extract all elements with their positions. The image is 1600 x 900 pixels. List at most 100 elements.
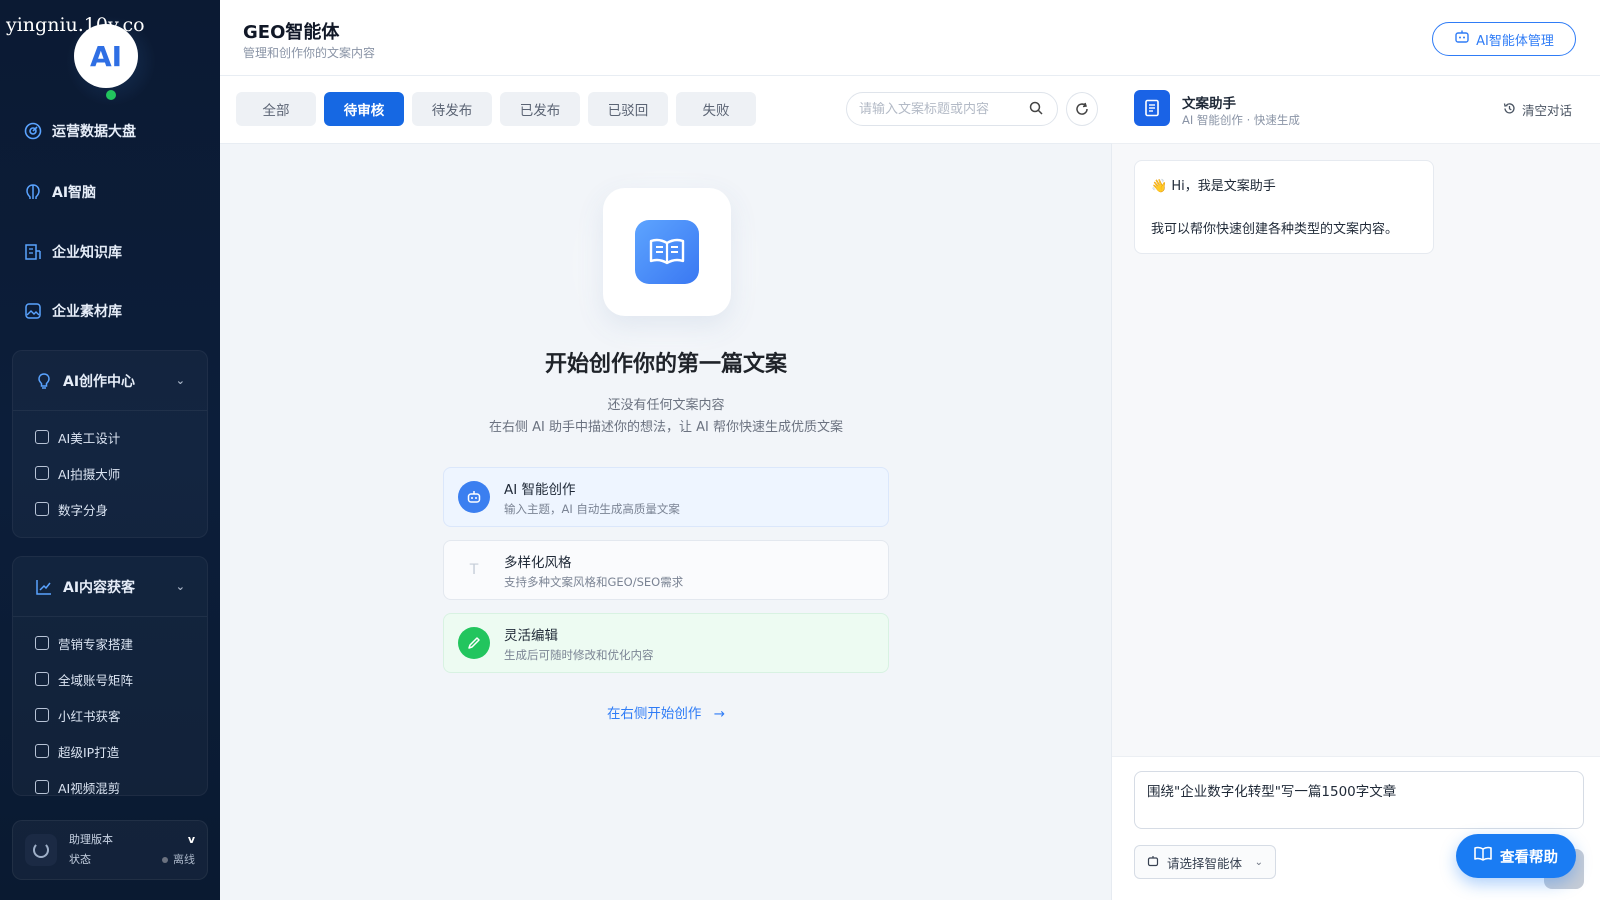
agent-select[interactable]: 请选择智能体 ⌄: [1134, 845, 1276, 879]
chevron-down-icon[interactable]: ⌄: [176, 580, 185, 593]
chevron-down-icon[interactable]: ⌄: [176, 374, 185, 387]
assistant-subtitle: AI 智能创作 · 快速生成: [1182, 113, 1300, 127]
feature-desc: 输入主题，AI 自动生成高质量文案: [504, 501, 680, 516]
search-icon[interactable]: [1029, 100, 1043, 119]
nav-ai-brain[interactable]: AI智脑: [24, 177, 96, 207]
sub-item-digital-avatar[interactable]: 数字分身: [13, 491, 207, 527]
sub-item-video-remix[interactable]: AI视频混剪: [13, 769, 207, 795]
sub-item-marketing-expert[interactable]: 营销专家搭建: [13, 625, 207, 661]
search-box: [846, 92, 1058, 126]
id-badge-icon: [35, 744, 49, 758]
hero-illustration: [603, 188, 731, 316]
help-label: 查看帮助: [1500, 849, 1558, 866]
tab-all[interactable]: 全部: [236, 92, 316, 126]
nav-dashboard[interactable]: 运营数据大盘: [24, 116, 136, 146]
edit-pencil-icon: [458, 627, 490, 659]
nav-asset-library[interactable]: 企业素材库: [24, 296, 122, 326]
sub-item-label: 全域账号矩阵: [58, 672, 134, 688]
sidebar: yingniu.10v.co AI 运营数据大盘 AI智脑 企业知识库 企业素材…: [0, 0, 220, 900]
group-header-ai-creation[interactable]: AI创作中心 ⌄: [13, 351, 207, 411]
feature-ai-creation: AI 智能创作 输入主题，AI 自动生成高质量文案: [443, 467, 889, 527]
group-header-ai-content[interactable]: AI内容获客 ⌄: [13, 557, 207, 617]
tab-rejected[interactable]: 已驳回: [588, 92, 668, 126]
nav-label: 企业素材库: [52, 304, 122, 320]
sub-item-label: 数字分身: [58, 502, 109, 518]
group-label: AI内容获客: [63, 579, 136, 596]
tab-to-publish[interactable]: 待发布: [412, 92, 492, 126]
greeting-text: Hi，我是文案助手: [1171, 179, 1276, 194]
feature-diverse-style: T 多样化风格 支持多种文案风格和GEO/SEO需求: [443, 540, 889, 600]
dashboard-icon: [24, 122, 42, 140]
status-value: 离线: [173, 853, 195, 866]
message-text: 我可以帮你快速创建各种类型的文案内容。: [1151, 222, 1399, 237]
sub-item-label: 超级IP打造: [58, 744, 120, 760]
agent-manage-button[interactable]: AI智能体管理: [1432, 22, 1576, 56]
sub-item-label: AI拍摄大师: [58, 466, 121, 482]
feature-desc: 支持多种文案风格和GEO/SEO需求: [504, 574, 684, 589]
page-title: GEO智能体: [243, 22, 340, 43]
assistant-header: 文案助手 AI 智能创作 · 快速生成 清空对话: [1112, 76, 1600, 144]
feature-title: AI 智能创作: [504, 481, 576, 498]
trend-chart-icon: [35, 578, 53, 596]
lightbulb-icon: [35, 372, 53, 390]
status-tabs: 全部 待审核 待发布 已发布 已驳回 失败: [220, 76, 1112, 144]
page-header: GEO智能体 管理和创作你的文案内容 AI智能体管理: [220, 0, 1600, 76]
brain-icon: [24, 183, 42, 201]
refresh-icon[interactable]: [1066, 92, 1098, 126]
sub-item-account-matrix[interactable]: 全域账号矩阵: [13, 661, 207, 697]
robot-icon: [1454, 29, 1470, 49]
robot-icon: [458, 481, 490, 513]
history-icon: [1503, 102, 1516, 118]
video-icon: [35, 780, 49, 794]
book-icon: [1474, 846, 1492, 866]
loading-icon: [25, 834, 57, 866]
content-area: 全部 待审核 待发布 已发布 已驳回 失败 开始创作你的第一篇文案 还没有任何文…: [220, 76, 1112, 900]
sub-item-super-ip[interactable]: 超级IP打造: [13, 733, 207, 769]
group-ai-creation: AI创作中心 ⌄ AI美工设计 AI拍摄大师 数字分身: [12, 350, 208, 538]
empty-state-line1: 还没有任何文案内容: [607, 398, 725, 413]
chevron-down-icon: ⌄: [1254, 856, 1263, 868]
start-link-label: 在右侧开始创作: [606, 706, 702, 722]
nav-label: AI智脑: [52, 185, 97, 201]
book-icon: [35, 708, 49, 722]
assistant-panel: 文案助手 AI 智能创作 · 快速生成 清空对话 👋 Hi，我是文案助手 我可以…: [1112, 76, 1600, 900]
sub-item-ai-photo[interactable]: AI拍摄大师: [13, 455, 207, 491]
camera-icon: [35, 466, 49, 480]
clear-chat-label: 清空对话: [1521, 103, 1572, 118]
version-label: 助理版本: [69, 833, 113, 846]
sub-item-ai-design[interactable]: AI美工设计: [13, 419, 207, 455]
group-ai-content: AI内容获客 ⌄ 营销专家搭建 全域账号矩阵 小红书获客 超级IP打造 AI视频…: [12, 556, 208, 796]
document-icon: [35, 672, 49, 686]
avatar-card-icon: [35, 502, 49, 516]
arrow-right-icon: →: [713, 706, 726, 722]
empty-state-title: 开始创作你的第一篇文案: [544, 352, 787, 377]
image-library-icon: [24, 302, 42, 320]
document-icon: [1134, 90, 1170, 126]
knowledge-base-icon: [24, 243, 42, 261]
tab-pending-review[interactable]: 待审核: [324, 92, 404, 126]
composer: 请选择智能体 ⌄: [1112, 756, 1600, 900]
tab-failed[interactable]: 失败: [676, 92, 756, 126]
agent-select-label: 请选择智能体: [1167, 855, 1243, 871]
nav-label: 企业知识库: [52, 245, 122, 261]
tab-published[interactable]: 已发布: [500, 92, 580, 126]
open-book-icon: [635, 220, 699, 284]
status-value-wrap: 离线: [162, 850, 195, 870]
online-indicator: [106, 90, 116, 100]
help-button[interactable]: 查看帮助: [1456, 834, 1576, 878]
sub-item-xiaohongshu[interactable]: 小红书获客: [13, 697, 207, 733]
assistant-status-card[interactable]: 助理版本 状态 v 离线: [12, 820, 208, 880]
search-input[interactable]: [859, 101, 1029, 117]
chat-input[interactable]: [1134, 771, 1584, 829]
text-style-icon: T: [458, 554, 490, 586]
design-icon: [35, 430, 49, 444]
nav-knowledge-base[interactable]: 企业知识库: [24, 237, 122, 267]
version-value: v: [187, 833, 195, 846]
empty-state-line2: 在右侧 AI 助手中描述你的想法，让 AI 帮你快速生成优质文案: [489, 420, 843, 435]
status-label: 状态: [69, 853, 91, 866]
user-icon: [35, 636, 49, 650]
clear-chat-button[interactable]: 清空对话: [1503, 100, 1572, 119]
sub-item-label: 小红书获客: [58, 708, 121, 724]
assistant-title: 文案助手: [1182, 96, 1236, 112]
start-creating-link[interactable]: 在右侧开始创作 →: [220, 702, 1112, 722]
